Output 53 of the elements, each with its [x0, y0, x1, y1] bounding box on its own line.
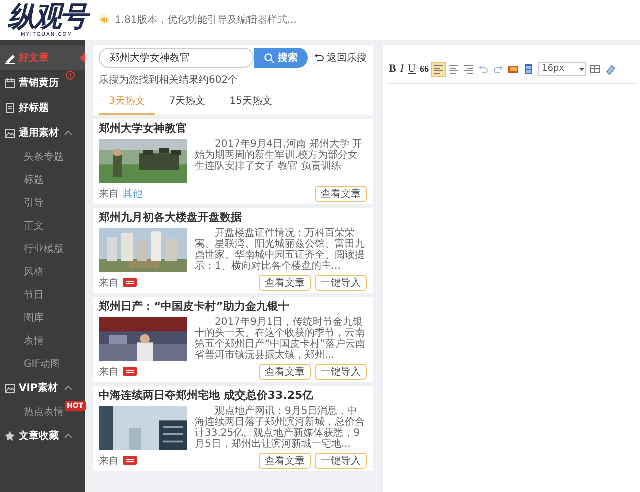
sidebar-subitem[interactable]: 行业模版 — [24, 242, 64, 256]
search-field[interactable]: 郑州大学女神教官 — [99, 48, 254, 68]
tab[interactable]: 15天热文 — [220, 90, 282, 115]
source-label: 来自 — [99, 454, 119, 468]
article-button[interactable]: 查看文章 — [259, 274, 311, 290]
font-size-select[interactable]: 16px — [538, 62, 586, 76]
article-title[interactable]: 中海连续两日夺郑州宅地 成交总价33.25亿 — [99, 389, 367, 403]
article-title[interactable]: 郑州日产：“中国皮卡村”助力金九银十 — [99, 300, 367, 314]
source-label: 来自 — [99, 188, 119, 200]
sidebar-subitem[interactable]: 节日 — [24, 288, 44, 302]
sidebar-item[interactable]: 通用素材 — [0, 120, 85, 145]
sidebar-subitem[interactable]: 图库 — [24, 310, 44, 324]
article-button[interactable]: 查看文章 — [315, 186, 367, 202]
article-button[interactable]: 一键导入 — [315, 274, 367, 290]
sidebar-subitem[interactable]: 标题 — [24, 172, 44, 186]
article-title[interactable]: 郑州大学女神教官 — [99, 122, 367, 136]
article-summary: 开盘楼盘证件情况：万科百荣荣寓、星联湾、阳光城丽兹公馆、富田九鼎世家、华南城中园五证齐全。阅读提示：1、横向对比各个楼盘的主... — [195, 228, 366, 272]
sidebar-subitem[interactable]: 引导 — [24, 196, 44, 210]
article-button[interactable]: 一键导入 — [315, 364, 367, 380]
sidebar-label: 好文章 — [19, 51, 49, 64]
article-button[interactable]: 查看文章 — [259, 364, 311, 380]
sidebar-subitem[interactable]: 正文 — [24, 218, 44, 232]
sidebar-label: VIP素材 — [19, 382, 58, 394]
article-summary: 2017年9月4日,河南 郑州大学 开始为期两周的新生军训,校方为部分女生连队安排了女子 教官 负责训练 — [195, 139, 364, 174]
article-title[interactable]: 郑州九月初各大楼盘开盘数据 — [99, 211, 367, 225]
italic-button[interactable]: I — [398, 61, 406, 77]
result-count: 乐搜为您找到相关结果约602个 — [99, 74, 240, 87]
sidebar-label: 好标题 — [19, 102, 49, 114]
tab[interactable]: 7天热文 — [159, 90, 216, 115]
sidebar-subitem[interactable]: GIF动图 — [24, 356, 60, 370]
article-summary: 2017年9月1日，传统时节金九银十的头一天。在这个收获的季节，云南第五个郑州日产“中国皮卡村”落户云南省普洱市镇沅县振太镇，郑州... — [195, 317, 366, 361]
article-summary: 观点地产网讯：9月5日消息，中海连续两日落子郑州滨河新城，总价合计33.25亿。观点地产新媒体获悉，9月5日，郑州出让滨河新城一宅地... — [195, 406, 366, 450]
notice-text[interactable]: 1.81版本，优化功能引导及编辑器样式... — [115, 13, 297, 27]
search-input[interactable]: 郑州大学女神教官 — [108, 52, 253, 64]
source-label: 来自 — [99, 276, 119, 290]
sidebar-subitem[interactable]: 表情 — [24, 334, 44, 348]
back-link[interactable]: 返回乐搜 — [314, 51, 367, 65]
article-button[interactable]: 查看文章 — [259, 452, 311, 468]
underline-button[interactable]: U — [406, 61, 418, 77]
sidebar-subitem[interactable]: 头条专题 — [24, 150, 64, 164]
article-button[interactable]: 一键导入 — [315, 452, 367, 468]
sidebar-item[interactable]: VIP素材 — [0, 375, 85, 400]
source-label: 来自 — [99, 366, 119, 378]
sidebar-item[interactable]: 文章收藏 — [0, 423, 85, 448]
sidebar-subitem[interactable]: 风格 — [24, 264, 44, 278]
quote-button[interactable]: 66 — [418, 62, 431, 76]
sidebar-label: 营销黄历 — [19, 76, 59, 90]
sidebar-label: 文章收藏 — [19, 429, 59, 442]
sidebar-item[interactable]: 好标题 — [0, 95, 85, 120]
sidebar-item[interactable]: 营销黄历 — [0, 70, 85, 95]
bold-button[interactable]: B — [387, 61, 398, 77]
sidebar-label: 通用素材 — [19, 126, 59, 140]
sidebar-subitem[interactable]: 热点表情 — [24, 404, 64, 418]
